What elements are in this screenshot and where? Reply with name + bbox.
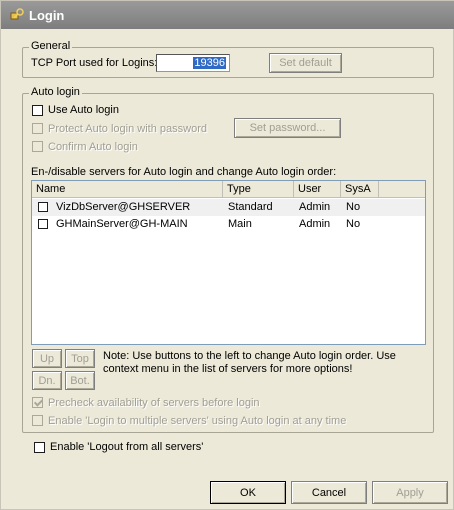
enable-multiple-checkbox[interactable]	[32, 415, 43, 426]
general-legend: General	[29, 40, 73, 52]
tcp-port-label: TCP Port used for Logins:	[31, 57, 158, 69]
server-name: VizDbServer@GHSERVER	[56, 201, 191, 213]
column-header-type[interactable]: Type	[223, 181, 294, 197]
login-key-icon	[9, 7, 25, 23]
tcp-port-input[interactable]: 19396	[156, 54, 230, 72]
server-type: Standard	[228, 201, 273, 213]
protect-password-checkbox[interactable]	[32, 123, 43, 134]
server-enable-checkbox[interactable]	[38, 202, 48, 212]
column-header-filler	[379, 181, 425, 197]
set-default-button[interactable]: Set default	[269, 53, 342, 73]
column-header-name[interactable]: Name	[32, 181, 223, 197]
server-row[interactable]: VizDbServer@GHSERVER Standard Admin No	[32, 199, 425, 216]
server-sysa: No	[346, 201, 361, 213]
server-user: Admin	[299, 218, 331, 230]
precheck-label: Precheck availability of servers before …	[48, 397, 260, 409]
protect-password-label: Protect Auto login with password	[48, 123, 207, 135]
use-auto-login-checkbox[interactable]	[32, 105, 43, 116]
column-header-sysa[interactable]: SysA	[341, 181, 379, 197]
ok-button[interactable]: OK	[210, 481, 286, 504]
use-auto-login-label: Use Auto login	[48, 104, 119, 116]
server-type: Main	[228, 218, 252, 230]
listview-header: Name Type User SysA	[32, 181, 425, 198]
precheck-checkbox[interactable]	[32, 397, 43, 408]
auto-login-legend: Auto login	[29, 86, 82, 98]
server-user: Admin	[299, 201, 331, 213]
logout-all-checkbox[interactable]	[34, 442, 45, 453]
apply-button[interactable]: Apply	[372, 481, 448, 504]
move-bottom-button[interactable]: Bot.	[65, 371, 95, 390]
move-up-button[interactable]: Up	[32, 349, 62, 368]
tcp-port-value: 19396	[193, 57, 226, 69]
confirm-auto-login-checkbox[interactable]	[32, 141, 43, 152]
logout-all-label: Enable 'Logout from all servers'	[50, 441, 204, 453]
set-password-button[interactable]: Set password...	[234, 118, 341, 138]
servers-list-label: En-/disable servers for Auto login and c…	[31, 166, 337, 178]
move-down-button[interactable]: Dn.	[32, 371, 62, 390]
server-sysa: No	[346, 218, 361, 230]
column-header-user[interactable]: User	[294, 181, 341, 197]
servers-listview[interactable]: Name Type User SysA VizDbServer@GHSERVER…	[31, 180, 426, 345]
window-title: Login	[29, 7, 65, 23]
confirm-auto-login-label: Confirm Auto login	[48, 141, 138, 153]
order-note: Note: Use buttons to the left to change …	[103, 350, 396, 375]
move-top-button[interactable]: Top	[65, 349, 95, 368]
title-bar[interactable]: Login	[1, 1, 454, 29]
enable-multiple-label: Enable 'Login to multiple servers' using…	[48, 415, 347, 427]
server-enable-checkbox[interactable]	[38, 219, 48, 229]
cancel-button[interactable]: Cancel	[291, 481, 367, 504]
server-name: GHMainServer@GH-MAIN	[56, 218, 188, 230]
server-row[interactable]: GHMainServer@GH-MAIN Main Admin No	[32, 216, 425, 233]
login-dialog: Login General TCP Port used for Logins: …	[0, 0, 454, 510]
